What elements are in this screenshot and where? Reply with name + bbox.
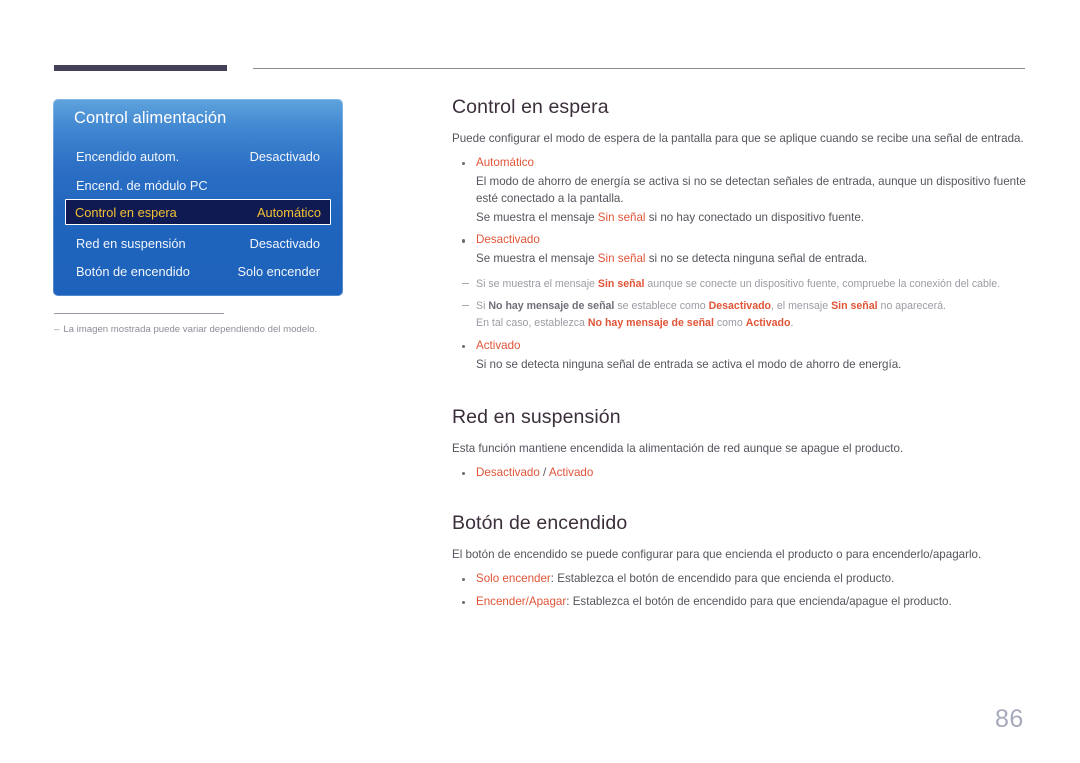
osd-menu-item-encend-modulo-pc[interactable]: Encend. de módulo PC [67,172,329,198]
bullet-item-desactivado: Desactivado Se muestra el mensaje Sin se… [452,232,1028,268]
section-heading-control-en-espera: Control en espera [452,96,609,118]
osd-item-label: Encend. de módulo PC [76,177,208,193]
bullet-list-control-en-espera-activado: Activado Si no se detecta ninguna señal … [452,338,1028,374]
header-accent-bar [54,65,227,71]
osd-item-label: Botón de encendido [76,263,190,279]
osd-item-label: Red en suspensión [76,235,186,251]
header-divider-line [253,68,1025,69]
subnote-part: no aparecerá. [877,300,946,312]
bullet-list-red-en-suspension: Desactivado / Activado [452,465,1028,482]
option-separator: / [539,465,549,479]
osd-item-value: Desactivado [249,148,320,164]
osd-menu-title: Control alimentación [74,109,227,127]
bullet-item-encender-apagar: Encender/Apagar: Establezca el botón de … [452,594,1028,611]
text-suffix: si no hay conectado un dispositivo fuent… [645,210,864,224]
bullet-desc-desactivado: Se muestra el mensaje Sin señal si no se… [476,251,1028,268]
caption-dash-marker: ‒ [54,324,60,335]
osd-item-value: Automático [256,204,321,220]
osd-item-label: Control en espera [75,204,177,220]
subnote-highlight-desactivado: Desactivado [708,300,772,312]
subnote-list-control-en-espera: Si se muestra el mensaje Sin señal aunqu… [452,277,1028,331]
osd-menu-item-encendido-autom[interactable]: Encendido autom. Desactivado [67,143,329,169]
subnote-part: como [713,317,746,330]
bullet-list-boton-de-encendido: Solo encender: Establezca el botón de en… [452,571,1028,611]
osd-menu-item-boton-de-encendido[interactable]: Botón de encendido Solo encender [67,258,329,284]
subnote-part: . [790,317,794,330]
subnote-item-no-hay-mensaje: Si No hay mensaje de señal se establece … [452,299,1028,331]
section-heading-boton-de-encendido: Botón de encendido [452,511,628,534]
section-intro-red-en-suspension: Esta función mantiene encendida la alime… [452,442,904,456]
option-desactivado: Desactivado [476,465,540,479]
bullet-desc-solo-encender: : Establezca el botón de encendido para … [550,571,895,585]
subnote-second-line: En tal caso, establezca No hay mensaje d… [476,316,1028,331]
section-intro-control-en-espera: Puede configurar el modo de espera de la… [452,132,1024,146]
option-activado: Activado [548,465,594,479]
section-intro-boton-de-encendido: El botón de encendido se puede configura… [452,548,982,562]
page-number: 86 [995,705,1024,733]
bullet-desc-activado: Si no se detecta ninguna señal de entrad… [476,357,902,371]
subnote-part: se establece como [614,300,709,312]
bullet-item-activado: Activado Si no se detecta ninguna señal … [452,338,1028,374]
text-suffix: si no se detecta ninguna señal de entrad… [645,252,868,266]
bullet-term-solo-encender: Solo encender [476,571,551,585]
bullet-term-encender-apagar: Encender/Apagar [476,594,567,608]
subnote-highlight-activado: Activado [745,317,791,330]
osd-menu-panel: Control alimentación Encendido autom. De… [53,99,343,296]
osd-menu-item-red-en-suspension[interactable]: Red en suspensión Desactivado [67,230,329,256]
caption-text: La imagen mostrada puede variar dependie… [63,324,318,335]
subnote-part: aunque se conecte un dispositivo fuente,… [644,277,1001,290]
bullet-desc-automatico-line1: El modo de ahorro de energía se activa s… [476,174,1026,205]
bullet-desc-encender-apagar: : Establezca el botón de encendido para … [566,594,952,608]
bullet-item-opciones-red: Desactivado / Activado [452,465,1028,482]
bullet-term-activado: Activado [476,339,521,353]
bullet-list-control-en-espera: Automático El modo de ahorro de energía … [452,155,1028,268]
text-prefix: Se muestra el mensaje [476,210,598,224]
highlight-sin-senal: Sin señal [597,252,646,266]
bullet-desc-automatico-line2: Se muestra el mensaje Sin señal si no ha… [476,210,1028,227]
subnote-highlight-no-hay-mensaje: No hay mensaje de señal [488,300,615,312]
figure-caption: ‒ La imagen mostrada puede variar dependi… [54,324,384,335]
osd-item-label: Encendido autom. [76,148,180,164]
bullet-term-desactivado: Desactivado [476,233,540,247]
subnote-highlight-sin-senal: Sin señal [597,277,645,290]
subnote-part: Si se muestra el mensaje [476,277,598,290]
figure-caption-divider [54,313,224,314]
osd-item-value: Desactivado [249,235,320,251]
section-heading-red-en-suspension: Red en suspensión [452,405,621,428]
subnote-part: Si [476,300,489,312]
osd-item-value: Solo encender [237,263,320,279]
subnote-highlight-no-hay-mensaje: No hay mensaje de señal [587,317,714,330]
osd-menu-item-control-en-espera[interactable]: Control en espera Automático [65,199,331,225]
subnote-part: En tal caso, establezca [476,317,588,330]
bullet-term-automatico: Automático [476,156,534,170]
bullet-item-solo-encender: Solo encender: Establezca el botón de en… [452,571,1028,588]
subnote-item-cable-check: Si se muestra el mensaje Sin señal aunqu… [452,277,1028,292]
subnote-part: , el mensaje [771,300,832,312]
highlight-sin-senal: Sin señal [597,210,646,224]
text-prefix: Se muestra el mensaje [476,252,598,266]
subnote-highlight-sin-senal: Sin señal [831,300,878,312]
bullet-item-automatico: Automático El modo de ahorro de energía … [452,155,1028,226]
document-content: Control en espera Puede configurar el mo… [452,96,1028,610]
